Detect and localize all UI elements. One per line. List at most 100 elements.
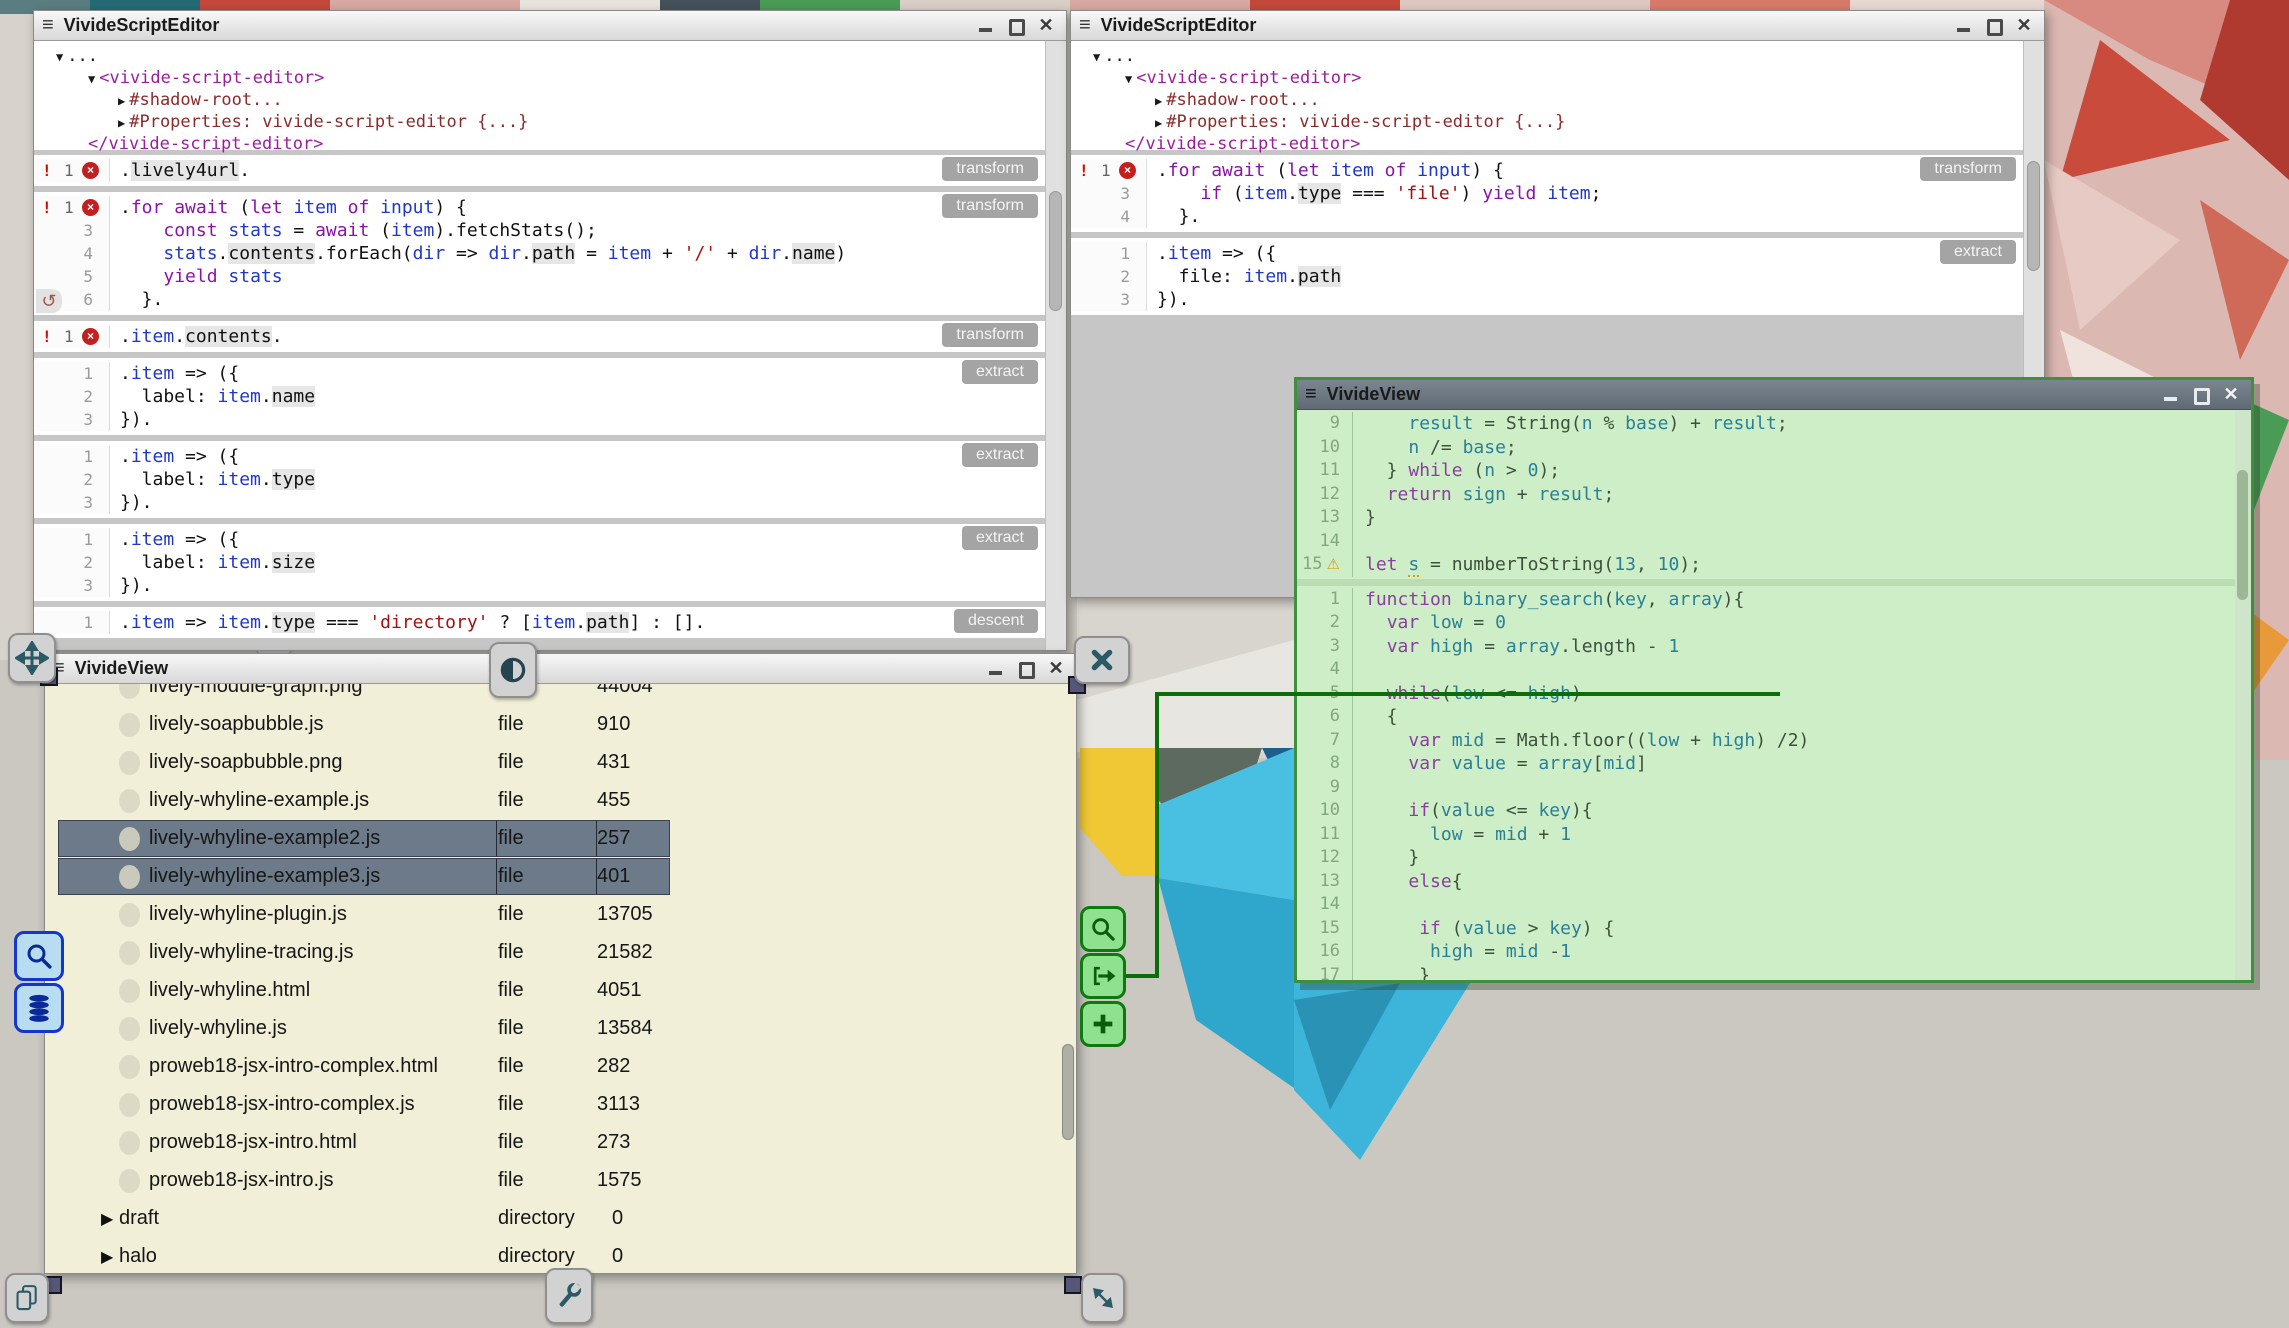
code-line[interactable]: low = mid + 1 — [1353, 823, 1571, 847]
hamburger-icon[interactable]: ≡ — [42, 15, 54, 35]
file-row[interactable]: lively-module-graph.pngfile44004 — [45, 684, 1076, 706]
code-line[interactable] — [1353, 530, 1365, 554]
copy-button[interactable] — [5, 1273, 49, 1323]
code-line[interactable] — [1353, 776, 1365, 800]
code-line[interactable]: var value = array[mid] — [1353, 752, 1647, 776]
close-icon[interactable]: ✕ — [1048, 661, 1064, 677]
search-button-green[interactable] — [1080, 906, 1126, 952]
script-block[interactable]: 1function binary_search(key, array){2 va… — [1297, 586, 2235, 981]
code-line[interactable]: .item.contents. — [110, 325, 283, 348]
file-row[interactable]: proweb18-jsx-intro.htmlfile273 — [45, 1124, 1076, 1162]
wrench-button[interactable] — [545, 1268, 593, 1324]
minimize-icon[interactable] — [1956, 18, 1972, 34]
file-row[interactable]: proweb18-jsx-intro-complex.jsfile3113 — [45, 1086, 1076, 1124]
script-block[interactable]: 1.item => item.type === 'directory' ? [i… — [34, 607, 1046, 638]
code-line[interactable]: }). — [110, 408, 153, 431]
eye-button[interactable] — [489, 642, 537, 698]
collapse-arrow-icon[interactable]: ▼ — [88, 72, 95, 86]
expand-arrow-icon[interactable]: ▶ — [1155, 116, 1162, 130]
scrollbar[interactable] — [1045, 41, 1066, 650]
dom-tree-node[interactable]: ▶#shadow-root... — [34, 90, 1066, 112]
collapse-arrow-icon[interactable]: ▼ — [56, 50, 63, 64]
script-block[interactable]: 1.item => ({2 label: item.type3}).extrac… — [34, 441, 1046, 518]
code-line[interactable]: .item => item.type === 'directory' ? [it… — [110, 611, 705, 634]
code-line[interactable]: while(low <= high) — [1353, 682, 1582, 706]
code-line[interactable]: high = mid -1 — [1353, 940, 1571, 964]
code-panes[interactable]: 9 result = String(n % base) + result;10 … — [1297, 410, 2235, 980]
code-line[interactable]: .item => ({ — [110, 362, 239, 385]
file-row[interactable]: proweb18-jsx-intro-complex.htmlfile282 — [45, 1048, 1076, 1086]
expand-arrow-icon[interactable]: ▶ — [118, 116, 125, 130]
code-line[interactable]: .item => ({ — [110, 528, 239, 551]
code-line[interactable]: .item => ({ — [110, 445, 239, 468]
minimize-icon[interactable] — [988, 661, 1004, 677]
code-line[interactable]: { — [1353, 705, 1398, 729]
code-line[interactable]: } — [1353, 964, 1430, 981]
maximize-icon[interactable] — [2193, 387, 2209, 403]
maximize-icon[interactable] — [1008, 18, 1024, 34]
code-line[interactable]: yield stats — [110, 265, 283, 288]
script-block[interactable]: .!1×.lively4url.transform — [34, 155, 1046, 186]
file-row[interactable]: ▶draftdirectory0 — [45, 1200, 1076, 1238]
code-line[interactable]: }). — [110, 491, 153, 514]
dom-tree-node[interactable]: ▼<vivide-script-editor> — [1071, 68, 2044, 90]
code-line[interactable]: if (value > key) { — [1353, 917, 1614, 941]
search-button[interactable] — [14, 931, 64, 981]
minimize-icon[interactable] — [2163, 387, 2179, 403]
block-type-label[interactable]: transform — [1920, 157, 2016, 181]
code-line[interactable]: stats.contents.forEach(dir => dir.path =… — [110, 242, 846, 265]
code-line[interactable] — [1353, 893, 1365, 917]
code-line[interactable]: result = String(n % base) + result; — [1353, 412, 1788, 436]
block-type-label[interactable]: extract — [962, 443, 1038, 467]
database-button[interactable] — [14, 983, 64, 1033]
dom-tree-node[interactable]: ▶#Properties: vivide-script-editor {...} — [1071, 112, 2044, 134]
scrollbar-thumb[interactable] — [2237, 470, 2248, 600]
code-line[interactable]: }). — [110, 574, 153, 597]
expand-arrow-icon[interactable]: ▶ — [101, 1208, 113, 1232]
code-line[interactable]: }). — [1147, 288, 1190, 311]
code-line[interactable]: label: item.type — [110, 468, 315, 491]
file-row[interactable]: lively-whyline-example.jsfile455 — [45, 782, 1076, 820]
file-row[interactable]: lively-soapbubble.jsfile910 — [45, 706, 1076, 744]
code-line[interactable]: label: item.size — [110, 551, 315, 574]
close-icon[interactable]: ✕ — [2016, 18, 2032, 34]
code-line[interactable]: else{ — [1353, 870, 1463, 894]
expand-arrow-icon[interactable]: ▶ — [101, 1246, 113, 1270]
code-line[interactable]: file: item.path — [1147, 265, 1341, 288]
file-row[interactable]: proweb18-jsx-intro.jsfile1575 — [45, 1162, 1076, 1200]
move-button[interactable] — [8, 633, 56, 683]
block-type-label[interactable]: extract — [962, 526, 1038, 550]
block-type-label[interactable]: transform — [942, 194, 1038, 218]
collapse-arrow-icon[interactable]: ▼ — [1093, 50, 1100, 64]
expand-button[interactable] — [1081, 1273, 1125, 1323]
titlebar[interactable]: ≡ VivideView ✕ — [45, 654, 1076, 684]
block-type-label[interactable]: extract — [962, 360, 1038, 384]
scrollbar-thumb[interactable] — [1049, 191, 1062, 311]
resize-handle[interactable] — [1064, 1276, 1082, 1294]
script-block[interactable]: 1.item => ({2 label: item.size3}).extrac… — [34, 524, 1046, 601]
code-line[interactable]: const stats = await (item).fetchStats(); — [110, 219, 597, 242]
close-icon[interactable]: ✕ — [1038, 18, 1054, 34]
file-row[interactable]: lively-whyline-plugin.jsfile13705 — [45, 896, 1076, 934]
code-line[interactable]: } while (n > 0); — [1353, 459, 1560, 483]
dom-tree-node[interactable]: ▼... — [1071, 46, 2044, 68]
script-block[interactable]: 9 result = String(n % base) + result;10 … — [1297, 410, 2235, 579]
code-line[interactable]: if(value <= key){ — [1353, 799, 1593, 823]
block-type-label[interactable]: transform — [942, 157, 1038, 181]
file-row[interactable]: lively-whyline.htmlfile4051 — [45, 972, 1076, 1010]
block-type-label[interactable]: descent — [954, 609, 1038, 633]
code-line[interactable]: }. — [1147, 205, 1200, 228]
script-block[interactable]: .!1×.item.contents.transform — [34, 321, 1046, 352]
script-block[interactable]: 1.item => ({2 file: item.path3}).extract — [1071, 238, 2024, 315]
maximize-icon[interactable] — [1018, 661, 1034, 677]
code-line[interactable]: return sign + result; — [1353, 483, 1614, 507]
minimize-icon[interactable] — [978, 18, 994, 34]
code-line[interactable]: var low = 0 — [1353, 611, 1506, 635]
code-line[interactable]: .item => ({ — [1147, 242, 1276, 265]
code-line[interactable]: } — [1353, 846, 1419, 870]
scrollbar-thumb[interactable] — [1062, 1044, 1074, 1140]
file-row[interactable]: lively-whyline-tracing.jsfile21582 — [45, 934, 1076, 972]
dom-tree-node[interactable]: ▶#Properties: vivide-script-editor {...} — [34, 112, 1066, 134]
file-row[interactable]: lively-whyline.jsfile13584 — [45, 1010, 1076, 1048]
scrollbar[interactable] — [2235, 410, 2251, 980]
